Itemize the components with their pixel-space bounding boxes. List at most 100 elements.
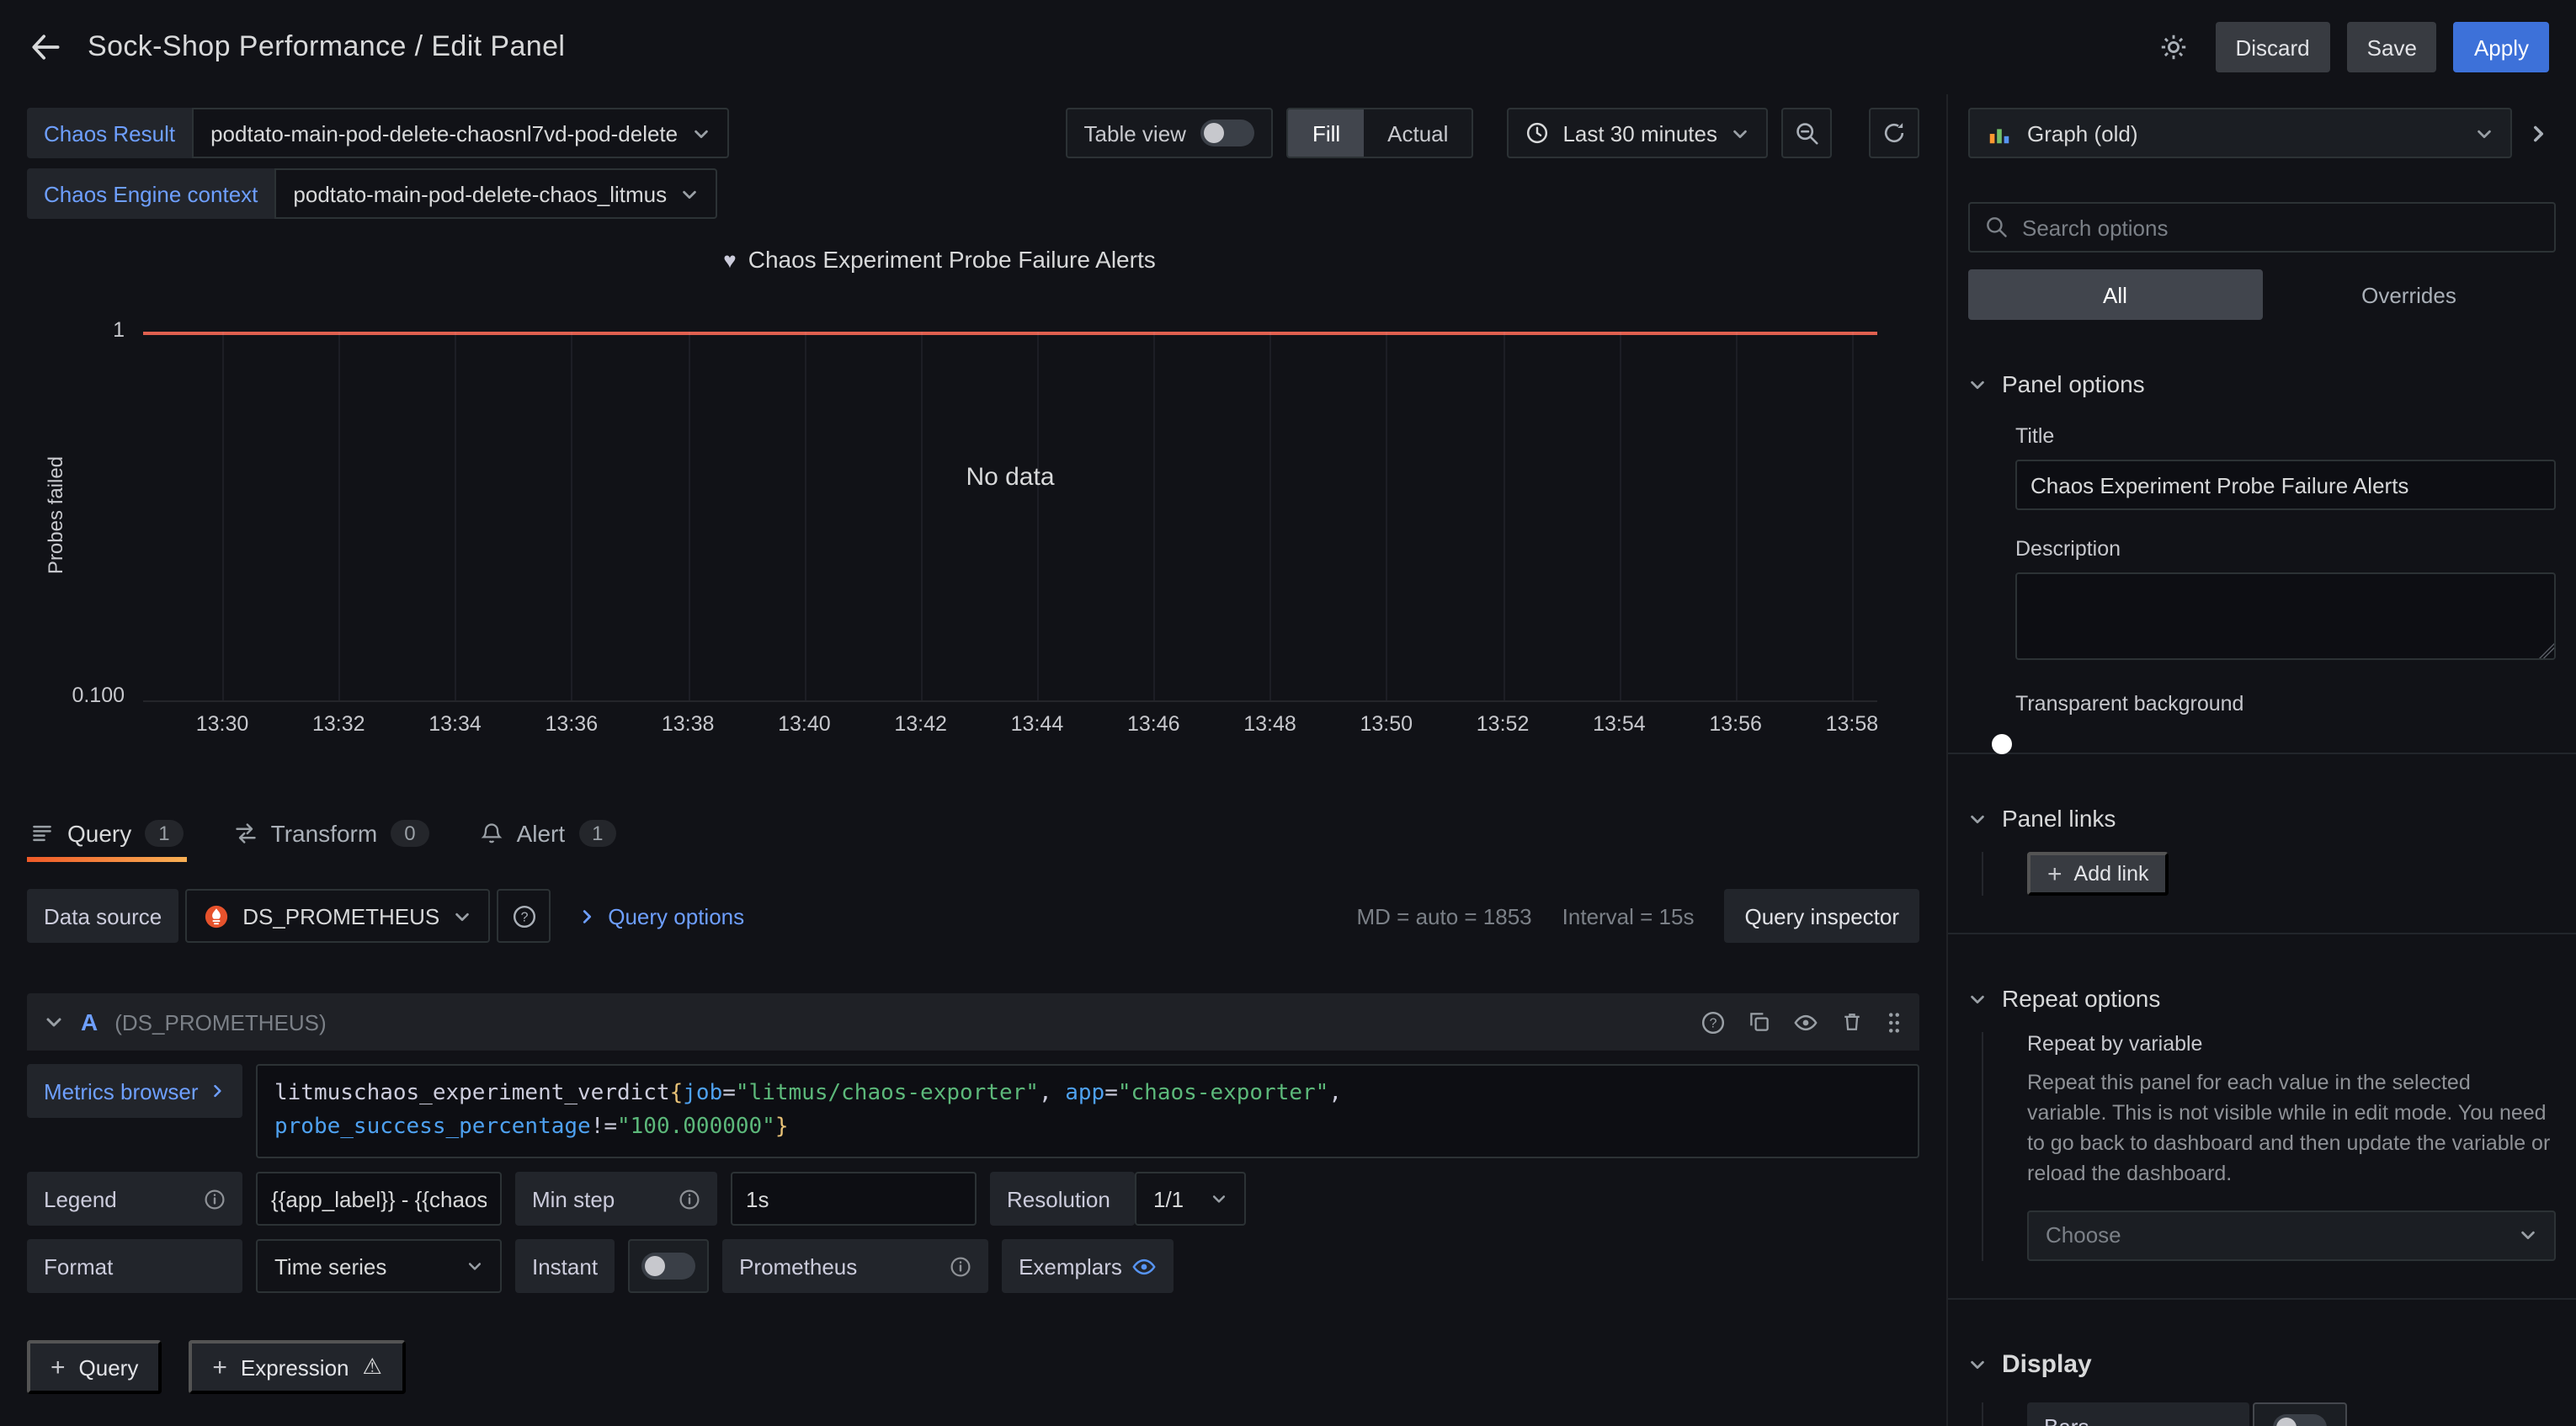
panel-preview: ♥ Chaos Experiment Probe Failure Alerts … xyxy=(0,219,1946,744)
clock-icon xyxy=(1525,121,1549,145)
instant-switch-box xyxy=(628,1239,709,1293)
promql-token: "100.000000" xyxy=(617,1115,775,1140)
chevron-down-icon xyxy=(44,1012,64,1032)
max-datapoints-info: MD = auto = 1853 xyxy=(1357,903,1532,928)
add-query-button[interactable]: + Query xyxy=(27,1340,162,1394)
help-circle-icon: ? xyxy=(1700,1009,1726,1035)
metrics-browser-button[interactable]: Metrics browser xyxy=(27,1064,242,1118)
query-row-card: A (DS_PROMETHEUS) ? M xyxy=(27,993,1919,1293)
exemplars-eye-toggle[interactable] xyxy=(1132,1253,1158,1279)
zoom-out-button[interactable] xyxy=(1781,108,1832,158)
repeat-variable-select[interactable]: Choose xyxy=(2027,1210,2556,1260)
add-link-button[interactable]: + Add link xyxy=(2027,852,2169,896)
x-tick-label: 13:32 xyxy=(298,712,379,736)
chevron-down-icon xyxy=(1731,124,1749,142)
format-select[interactable]: Time series xyxy=(256,1239,502,1293)
time-range-picker[interactable]: Last 30 minutes xyxy=(1507,108,1768,158)
tab-all[interactable]: All xyxy=(1968,269,2262,320)
repeat-help-text: Repeat this panel for each value in the … xyxy=(2027,1067,2556,1189)
legend-input[interactable] xyxy=(256,1172,502,1226)
min-step-input[interactable] xyxy=(731,1172,977,1226)
promql-code[interactable]: litmuschaos_experiment_verdict{job="litm… xyxy=(256,1064,1919,1158)
options-search xyxy=(1968,202,2556,253)
panel-options-body: Title Description Transparent background xyxy=(1982,424,2556,716)
table-view-toggle[interactable] xyxy=(1201,120,1255,146)
instant-toggle[interactable] xyxy=(641,1253,695,1280)
discard-button[interactable]: Discard xyxy=(2216,22,2330,72)
add-query-label: Query xyxy=(79,1354,139,1380)
instant-chip: Instant xyxy=(515,1239,615,1293)
back-button[interactable] xyxy=(27,29,64,66)
graph-plot-area[interactable]: 13:3013:3213:3413:3613:3813:4013:4213:44… xyxy=(143,332,1877,702)
refresh-button[interactable] xyxy=(1869,108,1919,158)
tab-transform[interactable]: Transform 0 xyxy=(231,805,433,862)
visualization-name: Graph (old) xyxy=(2027,120,2138,146)
query-inspector-button[interactable]: Query inspector xyxy=(1724,889,1919,943)
chevron-down-icon xyxy=(1211,1190,1227,1207)
gear-icon xyxy=(2158,32,2189,62)
gridline xyxy=(455,332,457,700)
alert-threshold-line xyxy=(143,332,1877,334)
legend-row: Legend Min step xyxy=(27,1172,1919,1226)
tab-alert[interactable]: Alert 1 xyxy=(476,805,620,862)
eye-icon xyxy=(1132,1253,1158,1279)
datasource-picker[interactable]: DS_PROMETHEUS xyxy=(185,889,490,943)
panel-links-header[interactable]: Panel links xyxy=(1968,805,2556,832)
actual-option[interactable]: Actual xyxy=(1364,109,1472,157)
promql-token: { xyxy=(670,1081,684,1106)
repeat-options-header[interactable]: Repeat options xyxy=(1968,985,2556,1012)
top-bar-actions: Discard Save Apply xyxy=(2148,22,2550,72)
query-options-toggle[interactable]: Query options xyxy=(577,903,744,928)
table-view-label: Table view xyxy=(1084,120,1186,146)
query-help-button[interactable]: ? xyxy=(1700,1009,1726,1035)
bars-toggle[interactable] xyxy=(2273,1413,2327,1426)
panel-description-textarea[interactable] xyxy=(2015,572,2556,660)
svg-text:?: ? xyxy=(1710,1016,1717,1030)
chevron-down-icon xyxy=(691,124,710,142)
panel-title-input[interactable] xyxy=(2015,460,2556,510)
gridline xyxy=(1619,332,1621,700)
add-expression-button[interactable]: + Expression ⚠ xyxy=(189,1340,405,1394)
tab-query[interactable]: Query 1 xyxy=(27,805,187,862)
duplicate-query-button[interactable] xyxy=(1748,1010,1771,1034)
drag-handle[interactable] xyxy=(1886,1009,1903,1035)
gridline xyxy=(1270,332,1272,700)
gridline xyxy=(921,332,923,700)
resolution-select[interactable]: 1/1 xyxy=(1135,1172,1246,1226)
zoom-out-icon xyxy=(1794,120,1819,146)
tab-count-badge: 0 xyxy=(391,820,428,847)
chevron-down-icon xyxy=(2475,124,2494,142)
graph-chart-icon xyxy=(1987,120,2012,146)
datasource-row-info: MD = auto = 1853 Interval = 15s Query in… xyxy=(1357,889,1920,943)
legend-label: Legend xyxy=(44,1186,117,1211)
fill-option[interactable]: Fill xyxy=(1289,109,1364,157)
save-button[interactable]: Save xyxy=(2347,22,2437,72)
apply-button[interactable]: Apply xyxy=(2454,22,2549,72)
delete-query-button[interactable] xyxy=(1840,1010,1864,1034)
y-tick-label: 1 xyxy=(57,318,125,342)
variable-value-dropdown[interactable]: podtato-main-pod-delete-chaos_litmus xyxy=(274,168,717,219)
tab-overrides[interactable]: Overrides xyxy=(2262,269,2556,320)
visualization-row: Graph (old) xyxy=(1968,108,2556,158)
gridline xyxy=(572,332,573,700)
no-data-message: No data xyxy=(143,463,1877,492)
bars-option-row: Bars xyxy=(2027,1402,2556,1426)
toggle-knob xyxy=(1992,734,2012,754)
promql-token: != xyxy=(591,1115,617,1140)
panel-settings-button[interactable] xyxy=(2148,22,2199,72)
display-header[interactable]: Display xyxy=(1968,1349,2556,1378)
divider xyxy=(1948,933,2576,934)
variable-value-dropdown[interactable]: podtato-main-pod-delete-chaosnl7vd-pod-d… xyxy=(192,108,728,158)
query-row-header[interactable]: A (DS_PROMETHEUS) ? xyxy=(27,993,1919,1051)
visualization-picker[interactable]: Graph (old) xyxy=(1968,108,2512,158)
options-sidebar: Graph (old) All Overrides Panel options xyxy=(1946,94,2576,1426)
collapse-sidebar-button[interactable] xyxy=(2519,108,2556,158)
panel-options-header[interactable]: Panel options xyxy=(1968,370,2556,397)
options-search-input[interactable] xyxy=(2022,215,2539,240)
angle-right-icon xyxy=(2526,122,2548,144)
disable-query-button[interactable] xyxy=(1793,1009,1818,1035)
promql-token: job xyxy=(683,1081,722,1106)
refresh-icon xyxy=(1882,121,1906,145)
datasource-help-button[interactable]: ? xyxy=(497,889,551,943)
variable-label: Chaos Engine context xyxy=(27,168,274,219)
